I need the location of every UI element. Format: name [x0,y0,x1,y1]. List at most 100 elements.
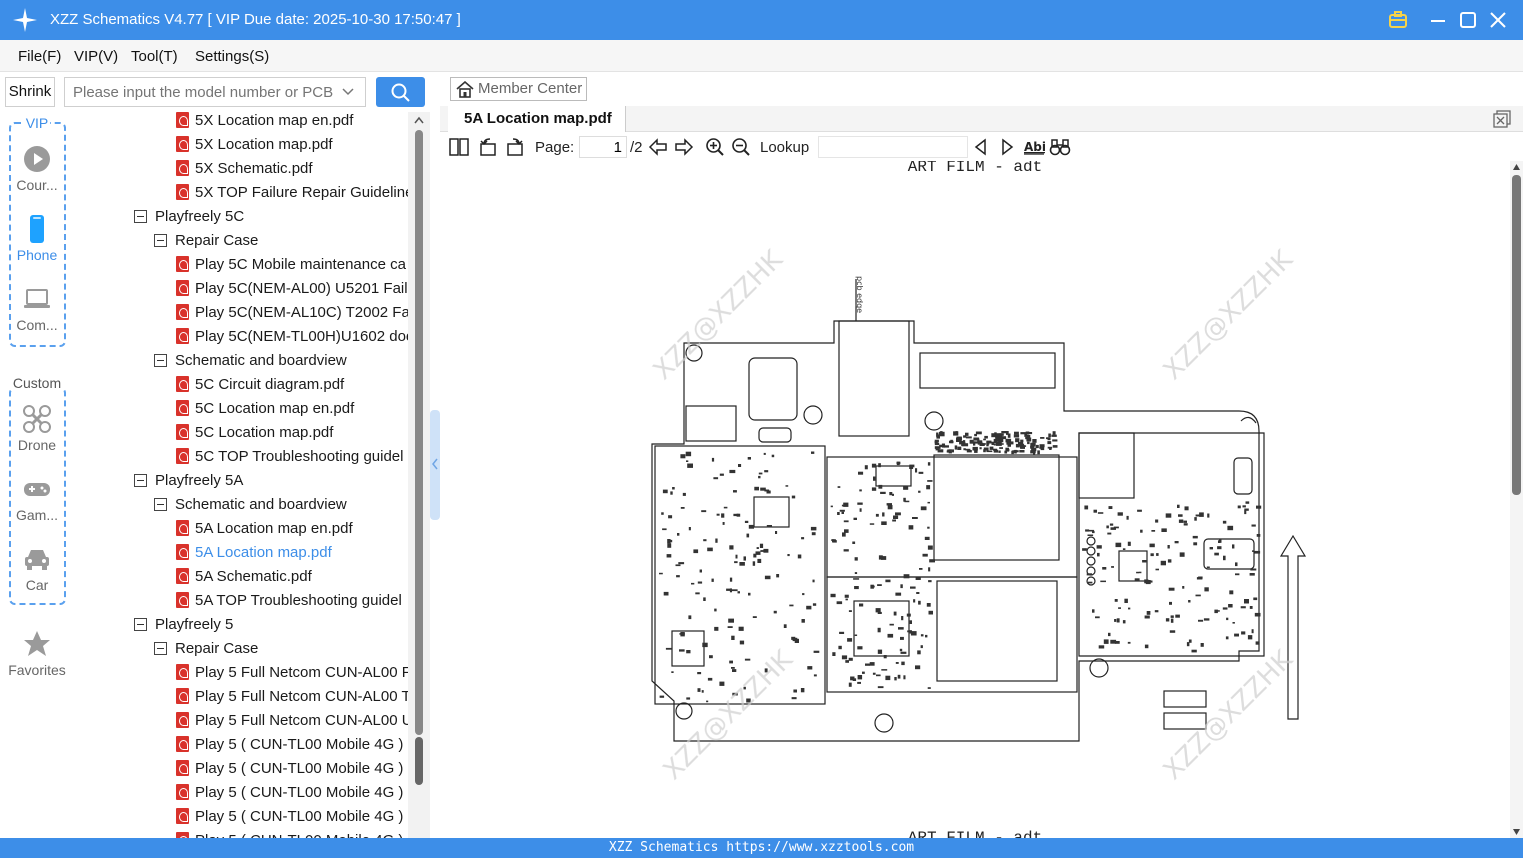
tree-file[interactable]: 5A Location map en.pdf [176,517,353,541]
tree-file[interactable]: 5X TOP Failure Repair Guideline [176,181,408,205]
tree-file[interactable]: Play 5C(NEM-AL10C) T2002 Fail [176,301,408,325]
tree-node-label: Play 5 ( CUN-TL00 Mobile 4G ) I [195,760,408,777]
viewer-scrollbar[interactable] [1510,161,1523,838]
tree-file[interactable]: 5X Location map.pdf [176,133,333,157]
tree-folder[interactable]: Repair Case [154,637,258,661]
board-component [927,545,933,550]
board-component [1052,439,1058,442]
tree-file[interactable]: Play 5C(NEM-TL00H)U1602 doe [176,325,408,349]
tree-file[interactable]: Play 5 ( CUN-TL00 Mobile 4G ) I [176,757,408,781]
menu-tool[interactable]: Tool(T) [131,48,178,65]
briefcase-icon[interactable] [1386,8,1410,32]
collapse-icon[interactable] [134,618,147,631]
rail-item-phone[interactable]: Phone [0,214,74,263]
tree-file[interactable]: 5A Schematic.pdf [176,565,312,589]
tab-5a-location-map[interactable]: 5A Location map.pdf [448,106,626,132]
tree-folder[interactable]: Playfreely 5C [134,205,244,229]
board-component [709,655,713,659]
tree-folder[interactable]: Schematic and boardview [154,349,347,373]
board-component [896,461,901,465]
chevron-down-icon[interactable] [340,84,356,100]
tree-file[interactable]: Play 5 ( CUN-TL00 Mobile 4G ) I [176,805,408,829]
pdf-file-icon [176,136,189,152]
collapse-icon[interactable] [154,498,167,511]
board-component [766,525,772,528]
tree-folder[interactable]: Playfreely 5A [134,469,243,493]
rail-item-drone[interactable]: Drone [0,404,74,453]
menu-vip[interactable]: VIP(V) [74,48,118,65]
rail-item-favorites[interactable]: Favorites [0,629,74,678]
board-component [797,554,802,559]
next-page-arrow-icon[interactable] [674,137,694,157]
rail-item-car[interactable]: Car [0,544,74,593]
shrink-button[interactable]: Shrink [5,77,55,107]
rotate-left-icon[interactable] [478,137,498,157]
pdf-viewer[interactable]: ART FILM - adt pcb edge XZZ@XZZHK XZZ@XZ… [440,161,1523,838]
tree-scroll-thumb[interactable] [415,737,423,785]
tree-file[interactable]: Play 5 Full Netcom CUN-AL00 U [176,709,408,733]
tree-scrollbar[interactable] [408,112,430,838]
tree-folder[interactable]: Repair Case [154,229,258,253]
tree-file[interactable]: Play 5 ( CUN-TL00 Mobile 4G ) . [176,733,408,757]
tree-file[interactable]: 5C Location map.pdf [176,421,333,445]
board-component [1178,514,1183,517]
match-case-icon[interactable]: Abi [1023,137,1045,157]
tree-file[interactable]: Play 5 ( CUN-TL00 Mobile 4G ) I [176,829,408,838]
panel-splitter-handle[interactable] [430,410,440,520]
zoom-in-icon[interactable] [705,137,725,157]
collapse-icon[interactable] [134,210,147,223]
prev-page-arrow-icon[interactable] [648,137,668,157]
find-prev-icon[interactable] [972,137,990,157]
tree-file[interactable]: 5A TOP Troubleshooting guidel [176,589,402,613]
collapse-icon[interactable] [154,234,167,247]
board-component [1251,524,1256,527]
page-number-input[interactable] [579,136,627,158]
lookup-input[interactable] [818,136,968,158]
scroll-down-icon[interactable] [1512,828,1521,836]
tree-folder[interactable]: Playfreely 5 [134,613,233,637]
tree-file[interactable]: 5X Location map en.pdf [176,112,353,133]
viewer-scroll-thumb[interactable] [1512,175,1521,495]
search-button[interactable] [376,77,425,107]
rail-item-courses[interactable]: Cour... [0,144,74,193]
menu-settings[interactable]: Settings(S) [195,48,269,65]
member-center-button[interactable]: Member Center [450,77,587,101]
tree-file[interactable]: 5C TOP Troubleshooting guidel [176,445,403,469]
zoom-out-icon[interactable] [731,137,751,157]
board-component [1110,639,1117,644]
two-page-icon[interactable] [449,137,469,157]
maximize-icon[interactable] [1456,8,1480,32]
tree-file[interactable]: Play 5 Full Netcom CUN-AL00 T [176,685,408,709]
tree-node-label: Play 5C Mobile maintenance ca [195,256,406,273]
find-next-icon[interactable] [998,137,1016,157]
board-component [901,661,905,666]
tree-file[interactable]: Play 5C Mobile maintenance ca [176,253,406,277]
board-component [679,649,685,652]
scroll-up-icon[interactable] [413,115,425,125]
tree-file[interactable]: Play 5 Full Netcom CUN-AL00 Fa [176,661,408,685]
tree-file[interactable]: 5C Circuit diagram.pdf [176,373,344,397]
collapse-icon[interactable] [134,474,147,487]
board-component [754,486,759,491]
tree-file[interactable]: Play 5C(NEM-AL00) U5201 Failu [176,277,408,301]
tree-file[interactable]: 5X Schematic.pdf [176,157,313,181]
rotate-right-icon[interactable] [505,137,525,157]
rail-item-computer[interactable]: Com... [0,284,74,333]
tree-folder[interactable]: Schematic and boardview [154,493,347,517]
board-component [659,572,663,575]
menu-file[interactable]: File(F) [18,48,61,65]
tree-file[interactable]: 5A Location map.pdf [176,541,332,565]
tree-file[interactable]: 5C Location map en.pdf [176,397,354,421]
minimize-icon[interactable] [1426,8,1450,32]
tree-file[interactable]: Play 5 ( CUN-TL00 Mobile 4G ) I [176,781,408,805]
scroll-up-icon[interactable] [1512,163,1521,171]
find-binoculars-icon[interactable] [1049,137,1071,157]
board-component [752,561,756,566]
search-input[interactable] [64,77,366,107]
collapse-icon[interactable] [154,354,167,367]
board-component [916,592,920,594]
collapse-icon[interactable] [154,642,167,655]
close-tab-icon[interactable] [1493,110,1511,128]
close-icon[interactable] [1486,8,1510,32]
rail-item-game[interactable]: Gam... [0,474,74,523]
